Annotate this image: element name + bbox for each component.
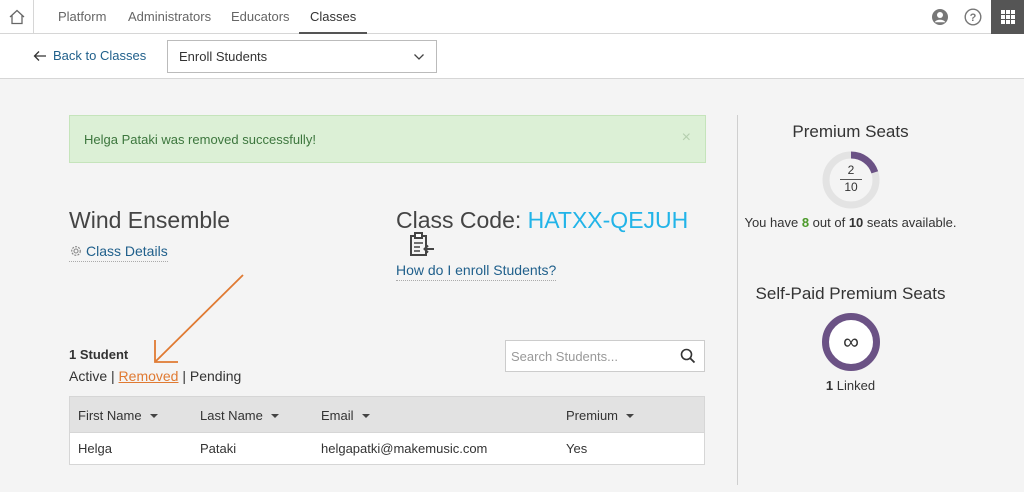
seats-availability: You have 8 out of 10 seats available. [738, 215, 963, 230]
sort-caret-icon [626, 413, 635, 418]
clipboard-icon [410, 232, 434, 256]
student-filters: Active | Removed | Pending [69, 368, 241, 384]
alert-message: Helga Pataki was removed successfully! [84, 132, 316, 147]
home-icon [9, 9, 24, 25]
column-first-name[interactable]: First Name [78, 408, 158, 423]
tab-platform[interactable]: Platform [58, 0, 106, 34]
cell-last-name: Pataki [200, 441, 237, 456]
gear-icon [71, 246, 81, 256]
class-name: Wind Ensemble [69, 207, 231, 233]
tab-educators[interactable]: Educators [231, 0, 290, 34]
copy-code-button[interactable] [408, 231, 436, 264]
arrow-left-icon [33, 50, 46, 61]
class-details-link[interactable]: Class Details [69, 243, 168, 262]
seats-used: 2 [847, 163, 855, 177]
table-header: First Name Last Name Email Premium [69, 396, 705, 433]
account-button[interactable] [930, 0, 950, 34]
user-icon [932, 9, 948, 25]
filter-separator: | [178, 368, 190, 384]
cell-first-name: Helga [78, 441, 112, 456]
help-button[interactable]: ? [963, 0, 983, 34]
sort-caret-icon [361, 413, 370, 418]
infinity-icon: ∞ [843, 329, 859, 354]
linked-label: Linked [833, 378, 876, 393]
action-select-value: Enroll Students [179, 49, 268, 64]
column-label: Premium [566, 408, 619, 423]
class-code-label: Class Code: [396, 207, 528, 233]
grid-icon [1000, 10, 1015, 24]
tab-classes[interactable]: Classes [299, 0, 368, 34]
column-label: Email [321, 408, 354, 423]
filter-active[interactable]: Active [69, 368, 107, 384]
column-last-name[interactable]: Last Name [200, 408, 279, 423]
filter-removed[interactable]: Removed [119, 368, 179, 384]
search-box [505, 340, 705, 372]
column-label: Last Name [200, 408, 263, 423]
sub-header: Back to Classes Enroll Students [0, 34, 1024, 79]
sort-caret-icon [149, 413, 158, 418]
annotation-arrow-icon [154, 274, 244, 363]
search-button[interactable] [680, 348, 696, 369]
close-icon[interactable]: × [682, 129, 691, 147]
home-button[interactable] [0, 0, 34, 34]
column-premium[interactable]: Premium [566, 408, 635, 423]
enroll-help-link[interactable]: How do I enroll Students? [396, 262, 557, 281]
self-paid-linked: 1 Linked [738, 378, 963, 393]
cell-premium: Yes [566, 441, 588, 456]
student-count: 1 Student [69, 347, 129, 362]
back-label: Back to Classes [53, 48, 147, 63]
top-navigation: Platform Administrators Educators Classe… [0, 0, 1024, 34]
cell-email: helgapatki@makemusic.com [321, 441, 488, 456]
column-email[interactable]: Email [321, 408, 370, 423]
sort-caret-icon [270, 413, 279, 418]
success-alert: Helga Pataki was removed successfully! × [69, 115, 706, 163]
back-to-classes-link[interactable]: Back to Classes [33, 48, 146, 63]
chevron-down-icon [414, 53, 424, 60]
apps-menu-button[interactable] [991, 0, 1024, 34]
search-icon [680, 348, 696, 364]
search-input[interactable] [506, 341, 674, 371]
seats-text-prefix: You have [744, 215, 802, 230]
action-select[interactable]: Enroll Students [167, 40, 437, 73]
tab-administrators[interactable]: Administrators [128, 0, 211, 34]
table-row[interactable]: Helga Pataki helgapatki@makemusic.com Ye… [69, 433, 705, 465]
class-details-label: Class Details [86, 243, 168, 259]
premium-seats-title: Premium Seats [792, 122, 909, 141]
seats-text-mid: out of [809, 215, 849, 230]
svg-text:?: ? [970, 12, 977, 24]
help-icon: ? [964, 8, 982, 26]
filter-pending[interactable]: Pending [190, 368, 241, 384]
students-table: First Name Last Name Email Premium Helga… [69, 396, 705, 465]
seats-total-count: 10 [848, 215, 864, 230]
seats-available-count: 8 [801, 215, 810, 230]
premium-seats-fraction: 2 10 [821, 150, 881, 210]
filter-separator: | [107, 368, 119, 384]
seats-total: 10 [844, 180, 858, 194]
class-code-value: HATXX-QEJUH [527, 207, 689, 233]
class-code: Class Code: HATXX-QEJUH [396, 207, 688, 234]
self-paid-infinity-badge: ∞ [822, 313, 880, 371]
seats-text-suffix: seats available. [863, 215, 957, 230]
column-label: First Name [78, 408, 142, 423]
self-paid-seats-title: Self-Paid Premium Seats [755, 284, 946, 303]
